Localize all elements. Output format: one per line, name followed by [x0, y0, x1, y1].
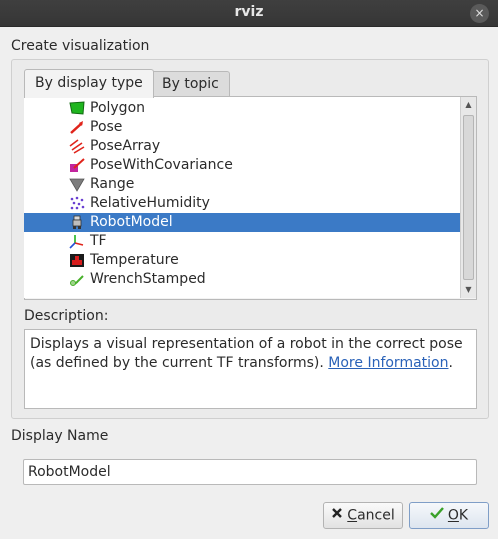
list-item-pose-with-covariance[interactable]: PoseWithCovariance	[24, 156, 460, 175]
description-label: Description:	[24, 308, 109, 324]
list-item-polygon[interactable]: Polygon	[24, 99, 460, 118]
list-item-pose-array[interactable]: PoseArray	[24, 137, 460, 156]
list-scrollbar[interactable]: ▲ ▼	[460, 97, 476, 298]
list-item-label: Pose	[90, 119, 123, 135]
create-visualization-label: Create visualization	[11, 38, 150, 54]
scroll-down-icon[interactable]: ▼	[461, 283, 476, 297]
list-item-label: Polygon	[90, 100, 146, 116]
list-item-robot-model[interactable]: RobotModel	[24, 213, 460, 232]
range-icon	[69, 177, 85, 192]
list-item-label: WrenchStamped	[90, 271, 206, 287]
cancel-mnemonic: C	[347, 507, 358, 524]
pose-icon	[69, 120, 85, 135]
list-item-label: TF	[90, 233, 107, 249]
cancel-icon	[331, 503, 343, 528]
display-name-field[interactable]: RobotModel	[23, 459, 477, 485]
tf-axes-icon	[69, 234, 85, 249]
list-item-pose[interactable]: Pose	[24, 118, 460, 137]
ok-button[interactable]: OK	[409, 502, 489, 529]
display-type-list[interactable]: Polygon Pose PoseArray PoseWithCovarianc…	[24, 97, 460, 298]
title-bar: rviz ×	[0, 0, 498, 27]
pose-covariance-icon	[69, 158, 85, 173]
list-item-label: RelativeHumidity	[90, 195, 210, 211]
list-item-temperature[interactable]: Temperature	[24, 251, 460, 270]
polygon-icon	[69, 101, 85, 116]
ok-label: K	[458, 507, 469, 524]
scroll-up-icon[interactable]: ▲	[461, 98, 476, 112]
list-item-wrench-stamped[interactable]: WrenchStamped	[24, 270, 460, 289]
description-box: Displays a visual representation of a ro…	[24, 329, 477, 409]
list-item-label: Temperature	[90, 252, 179, 268]
display-name-label: Display Name	[11, 428, 109, 444]
description-trail: .	[448, 355, 453, 371]
list-item-label: Range	[90, 176, 135, 192]
list-item-label: PoseWithCovariance	[90, 157, 233, 173]
cancel-button[interactable]: Cancel	[323, 502, 403, 529]
tab-by-display-type[interactable]: By display type	[24, 69, 154, 98]
pose-array-icon	[69, 139, 85, 154]
list-item-range[interactable]: Range	[24, 175, 460, 194]
more-information-link[interactable]: More Information	[328, 355, 448, 371]
cancel-label: ancel	[357, 507, 395, 524]
list-item-label: PoseArray	[90, 138, 161, 154]
list-item-label: RobotModel	[90, 214, 173, 230]
ok-mnemonic: O	[447, 507, 459, 524]
window-title: rviz	[234, 4, 264, 20]
checkmark-icon	[430, 503, 444, 528]
humidity-icon	[69, 196, 85, 211]
robot-model-icon	[69, 215, 85, 230]
list-item-tf[interactable]: TF	[24, 232, 460, 251]
scrollbar-thumb[interactable]	[463, 115, 474, 280]
wrench-icon	[69, 272, 85, 287]
temperature-icon	[69, 253, 85, 268]
list-item-relative-humidity[interactable]: RelativeHumidity	[24, 194, 460, 213]
close-icon[interactable]: ×	[470, 4, 489, 23]
tab-by-topic[interactable]: By topic	[151, 71, 230, 97]
